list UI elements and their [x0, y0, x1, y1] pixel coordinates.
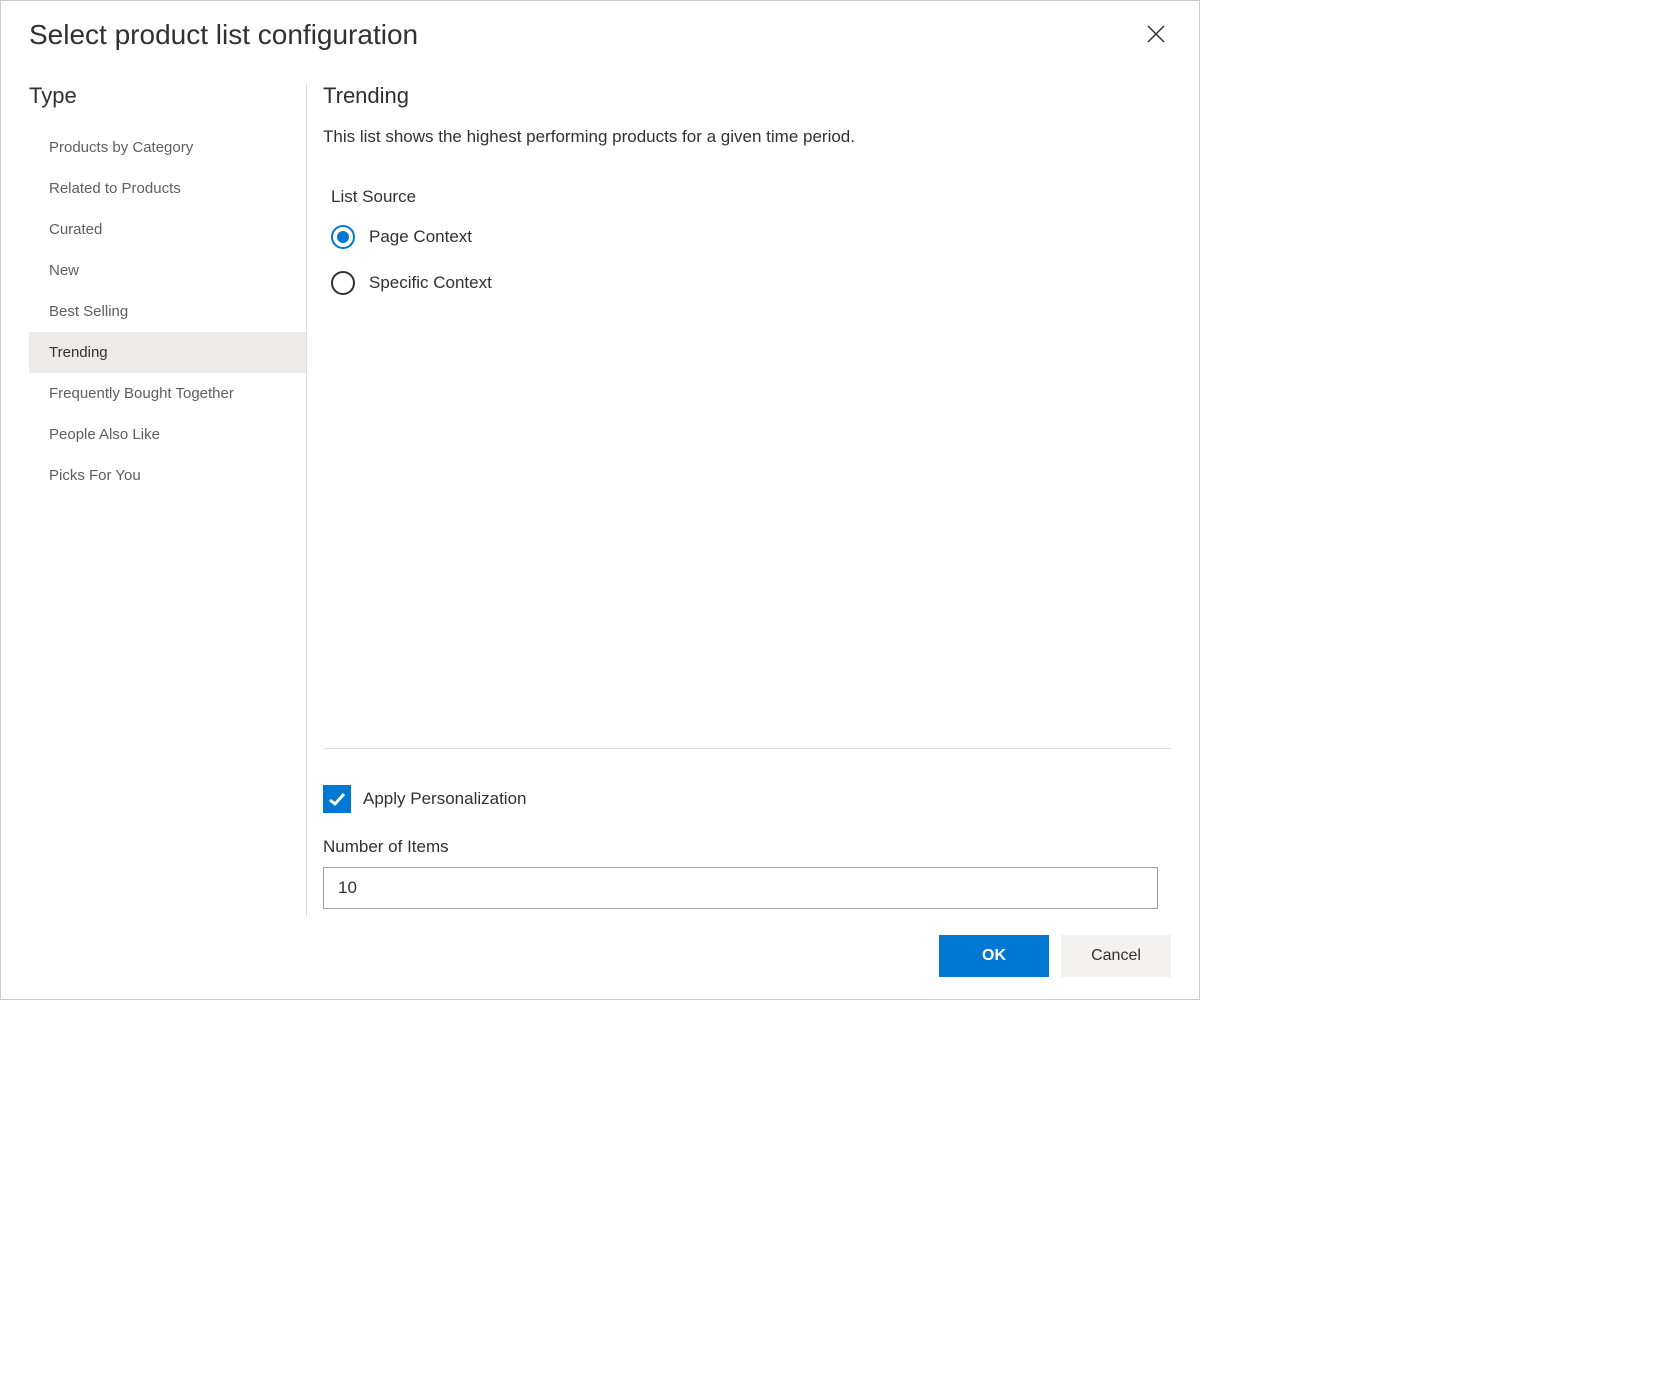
dialog-footer: OK Cancel	[1, 917, 1199, 999]
radio-inner-dot-icon	[337, 231, 349, 243]
radio-option-specific-context[interactable]: Specific Context	[331, 271, 1171, 295]
list-source-radio-group: Page Context Specific Context	[331, 225, 1171, 317]
sidebar-list: Products by Category Related to Products…	[29, 127, 306, 496]
sidebar-item-products-by-category[interactable]: Products by Category	[29, 127, 306, 168]
sidebar-item-new[interactable]: New	[29, 250, 306, 291]
sidebar-item-trending[interactable]: Trending	[29, 332, 306, 373]
radio-label: Specific Context	[369, 273, 492, 293]
sidebar-item-related-to-products[interactable]: Related to Products	[29, 168, 306, 209]
cancel-button[interactable]: Cancel	[1061, 935, 1171, 977]
sidebar-item-frequently-bought-together[interactable]: Frequently Bought Together	[29, 373, 306, 414]
close-button[interactable]	[1141, 19, 1171, 53]
sidebar-item-picks-for-you[interactable]: Picks For You	[29, 455, 306, 496]
number-of-items-label: Number of Items	[323, 837, 1171, 857]
checkmark-icon	[328, 790, 346, 808]
sidebar-heading: Type	[29, 83, 306, 127]
list-source-label: List Source	[331, 187, 1171, 207]
radio-option-page-context[interactable]: Page Context	[331, 225, 1171, 249]
dialog-header: Select product list configuration	[1, 1, 1199, 63]
main-panel: Trending This list shows the highest per…	[307, 83, 1171, 917]
radio-label: Page Context	[369, 227, 472, 247]
number-of-items-input[interactable]	[323, 867, 1158, 909]
dialog-body: Type Products by Category Related to Pro…	[1, 63, 1199, 917]
checkbox-label: Apply Personalization	[363, 789, 526, 809]
close-icon	[1147, 25, 1165, 43]
checkbox-apply-personalization[interactable]: Apply Personalization	[323, 785, 1171, 813]
sidebar-item-people-also-like[interactable]: People Also Like	[29, 414, 306, 455]
checkbox-box	[323, 785, 351, 813]
radio-circle-icon	[331, 271, 355, 295]
spacer	[323, 317, 1171, 748]
sidebar-item-curated[interactable]: Curated	[29, 209, 306, 250]
main-heading: Trending	[323, 83, 1171, 109]
sidebar-type: Type Products by Category Related to Pro…	[29, 83, 307, 917]
radio-circle-icon	[331, 225, 355, 249]
dialog-title: Select product list configuration	[29, 19, 418, 51]
sidebar-item-best-selling[interactable]: Best Selling	[29, 291, 306, 332]
bottom-section: Apply Personalization Number of Items	[323, 748, 1171, 917]
ok-button[interactable]: OK	[939, 935, 1049, 977]
main-description: This list shows the highest performing p…	[323, 127, 1171, 147]
dialog-select-product-list-configuration: Select product list configuration Type P…	[0, 0, 1200, 1000]
